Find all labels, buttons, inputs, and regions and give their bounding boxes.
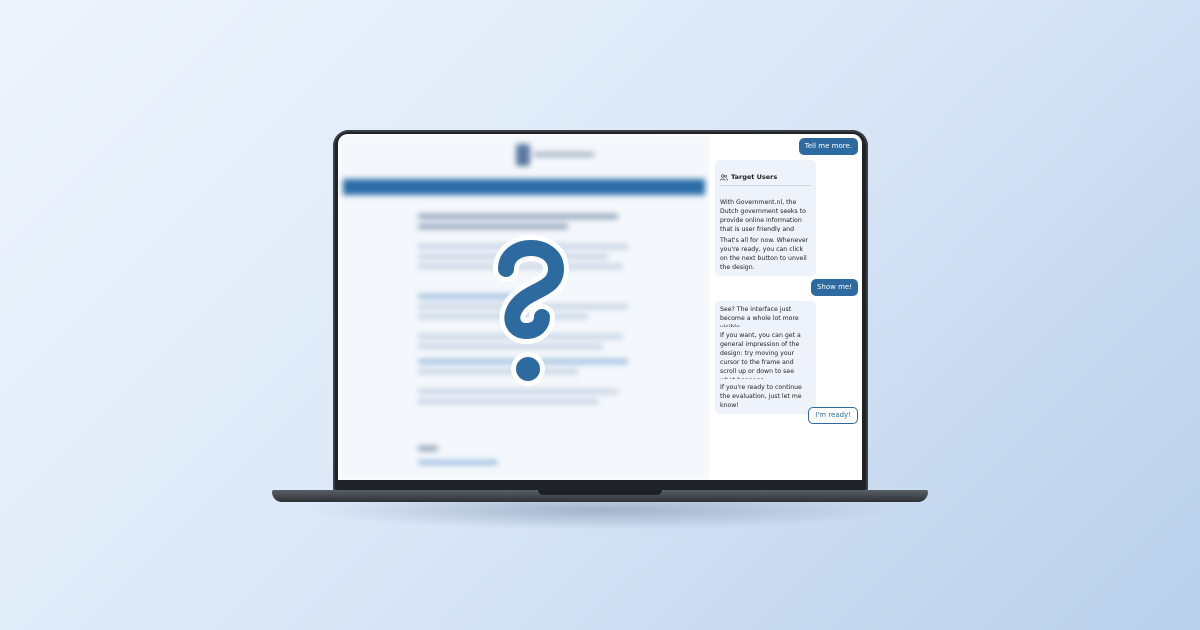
user-message: Tell me more.: [798, 138, 858, 155]
content-line: [418, 460, 498, 465]
chat-panel: Tell me more. Target Users With Governme…: [710, 134, 862, 480]
question-mark-icon: [493, 235, 569, 386]
card-title: Target Users: [731, 173, 778, 181]
users-icon: [720, 174, 728, 181]
laptop-base-notch: [538, 490, 662, 495]
site-navbar: [343, 179, 705, 195]
site-header-text: [534, 152, 594, 157]
content-line: [418, 446, 438, 451]
bot-message: If you're ready to continue the evaluati…: [715, 379, 816, 414]
card-header: Target Users: [720, 173, 811, 186]
content-line: [418, 399, 598, 404]
ready-button[interactable]: I'm ready!: [808, 407, 858, 424]
laptop-screen: Tell me more. Target Users With Governme…: [338, 134, 862, 480]
crest-logo: [516, 144, 530, 166]
bot-message: That's all for now. Whenever you're read…: [715, 232, 816, 276]
user-message: Show me!: [810, 279, 858, 296]
